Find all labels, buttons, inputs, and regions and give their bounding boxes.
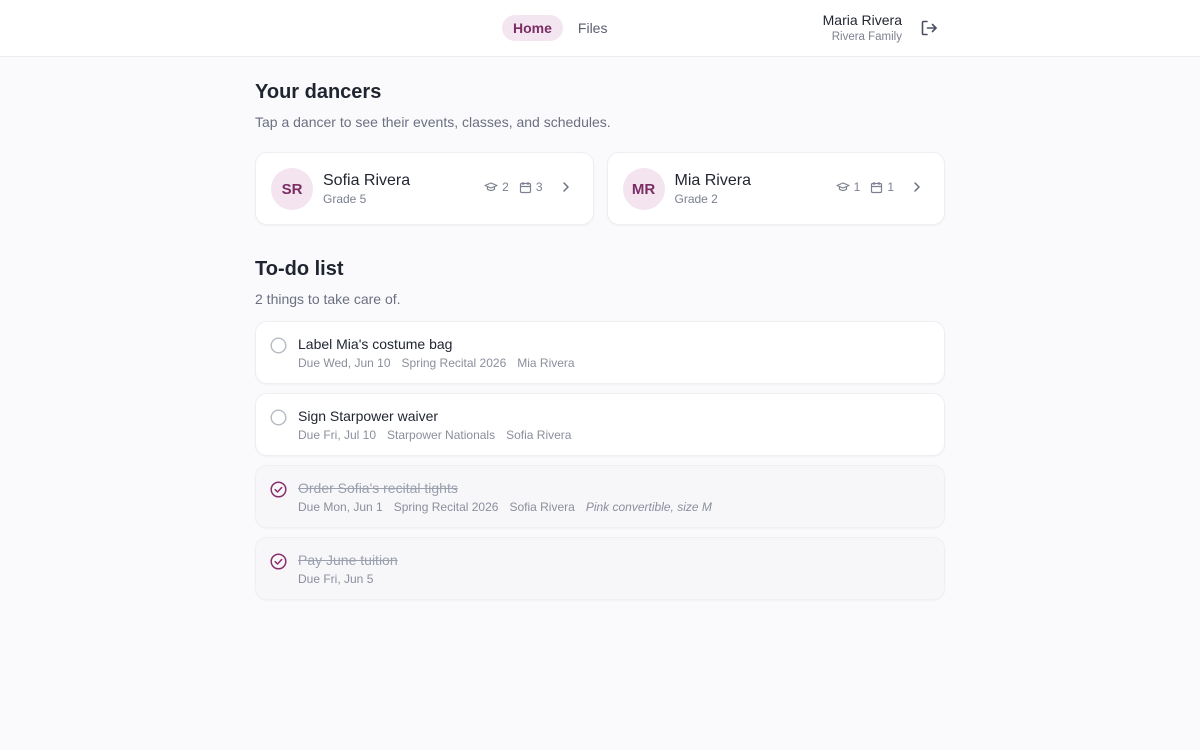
- top-bar: Home Files Maria Rivera Rivera Family: [0, 0, 1200, 57]
- todo-dancer: Sofia Rivera: [506, 428, 572, 442]
- event-count-value: 3: [535, 180, 543, 194]
- user-family: Rivera Family: [831, 31, 902, 43]
- todo-label: Pay June tuition: [298, 552, 398, 568]
- avatar: MR: [622, 168, 665, 210]
- nav-home-tab[interactable]: Home: [502, 15, 563, 41]
- chevron-right-icon: [914, 182, 920, 192]
- graduation-cap-icon: [836, 182, 850, 192]
- todo-due: Due Wed, Jun 10: [298, 356, 391, 370]
- todo-due: Due Fri, Jun 5: [298, 572, 374, 586]
- unchecked-circle-icon[interactable]: [270, 409, 287, 426]
- event-count-value: 1: [887, 180, 894, 194]
- dancers-heading: Your dancers: [255, 81, 382, 103]
- todo-due: Due Fri, Jul 10: [298, 428, 377, 442]
- dancer-grade: Grade 5: [323, 192, 367, 206]
- dancer-list: SR Sofia Rivera Grade 5 2 3 MR Mia River…: [255, 152, 945, 225]
- todo-list: Label Mia's costume bag Due Wed, Jun 10 …: [255, 321, 945, 600]
- class-count-value: 1: [853, 180, 861, 194]
- todo-item-completed[interactable]: Pay June tuition Due Fri, Jun 5: [255, 537, 945, 600]
- dancer-counts: 2 3: [484, 180, 570, 194]
- user-name: Maria Rivera: [822, 12, 902, 28]
- check-circle-icon[interactable]: [270, 553, 287, 570]
- todo-item[interactable]: Label Mia's costume bag Due Wed, Jun 10 …: [255, 321, 945, 384]
- todo-note: Pink convertible, size M: [585, 500, 712, 514]
- main-nav: Home Files: [502, 15, 618, 41]
- user-info: Maria Rivera Rivera Family: [823, 12, 902, 45]
- todo-dancer: Mia Rivera: [517, 356, 575, 370]
- dancer-card-mia[interactable]: MR Mia Rivera Grade 2 1 1: [606, 152, 945, 225]
- todo-item[interactable]: Sign Starpower waiver Due Fri, Jul 10 St…: [255, 393, 945, 456]
- dancer-counts: 1 1: [836, 180, 922, 194]
- logout-icon[interactable]: [919, 18, 939, 38]
- todo-label: Order Sofia's recital tights: [298, 480, 458, 496]
- dancer-grade: Grade 2: [674, 192, 718, 206]
- graduation-cap-icon: [484, 182, 498, 192]
- chevron-right-icon: [562, 182, 569, 192]
- dancer-name: Mia Rivera: [674, 172, 751, 189]
- event-count: 3: [519, 180, 543, 194]
- todo-meta: Due Wed, Jun 10 Spring Recital 2026 Mia …: [298, 356, 575, 370]
- todo-label: Label Mia's costume bag: [298, 336, 453, 352]
- class-count: 2: [484, 180, 509, 194]
- todo-due: Due Mon, Jun 1: [298, 500, 383, 514]
- avatar: SR: [271, 168, 313, 210]
- event-count: 1: [870, 180, 894, 194]
- todo-event: Spring Recital 2026: [393, 500, 499, 514]
- dancers-subtitle: Tap a dancer to see their events, classe…: [255, 114, 611, 130]
- todo-heading: To-do list: [255, 258, 344, 280]
- todo-meta: Due Mon, Jun 1 Spring Recital 2026 Sofia…: [298, 500, 712, 514]
- unchecked-circle-icon[interactable]: [270, 337, 287, 354]
- class-count-value: 2: [502, 180, 509, 194]
- todo-event: Spring Recital 2026: [401, 356, 507, 370]
- todo-item-completed[interactable]: Order Sofia's recital tights Due Mon, Ju…: [255, 465, 945, 528]
- calendar-icon: [519, 181, 531, 193]
- check-circle-icon[interactable]: [270, 481, 287, 498]
- todo-subtitle: 2 things to take care of.: [255, 291, 401, 307]
- todo-label: Sign Starpower waiver: [298, 408, 439, 424]
- calendar-icon: [871, 181, 883, 193]
- dancer-card-sofia[interactable]: SR Sofia Rivera Grade 5 2 3: [255, 152, 594, 225]
- dancer-name: Sofia Rivera: [323, 172, 411, 189]
- todo-event: Starpower Nationals: [387, 428, 496, 442]
- todo-dancer: Sofia Rivera: [509, 500, 575, 514]
- class-count: 1: [836, 180, 861, 194]
- nav-files-tab[interactable]: Files: [567, 15, 619, 41]
- todo-meta: Due Fri, Jun 5: [298, 572, 373, 586]
- main-content: Your dancers Tap a dancer to see their e…: [255, 80, 945, 600]
- todo-meta: Due Fri, Jul 10 Starpower Nationals Sofi…: [298, 428, 571, 442]
